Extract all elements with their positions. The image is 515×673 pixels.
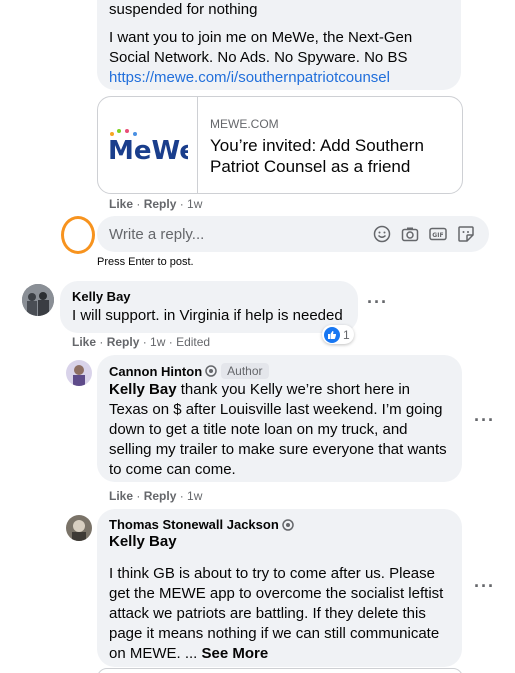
gif-icon[interactable]: GIF [429,225,447,243]
preview-domain: MEWE.COM [210,117,279,131]
sticker-icon[interactable] [457,225,475,243]
mewe-logo: MeWe [98,97,198,193]
reply-box: GIF [97,216,489,252]
timestamp[interactable]: 1w [187,197,202,211]
like-button[interactable]: Like [109,197,133,211]
comment-text-line: Social Network. No Ads. No Spyware. No B… [109,49,408,66]
reply-input[interactable] [109,216,359,252]
reply-button[interactable]: Reply [144,197,177,211]
comment-text: I will support. in Virginia if help is n… [72,307,343,324]
reply-button[interactable]: Reply [144,489,177,503]
next-comment-edge [97,668,463,673]
shield-icon [205,365,217,377]
like-button[interactable]: Like [72,335,96,349]
press-enter-hint: Press Enter to post. [97,256,194,268]
comment-bubble: Cannon Hinton Author Kelly Bay thank you… [97,355,462,482]
svg-text:GIF: GIF [432,232,443,239]
avatar[interactable] [66,360,92,386]
comment-actions: Like · Reply · 1w · Edited [72,335,211,349]
invite-link[interactable]: https://mewe.com/i/southernpatriotcounse… [109,68,449,88]
comment-actions: Like · Reply · 1w [109,489,203,503]
comment-text: Kelly Bay thank you Kelly we’re short he… [109,380,450,480]
avatar[interactable] [66,515,92,541]
comment-text-line: I want you to join me on MeWe, the Next-… [109,29,413,46]
comment-text-line: suspended for nothing [109,1,258,18]
edited-label: Edited [176,335,211,349]
like-button[interactable]: Like [109,489,133,503]
comment-body: I think GB is about to try to come after… [109,565,444,662]
comment-author[interactable]: Kelly Bay [72,289,346,304]
emoji-icon[interactable] [373,225,391,243]
author-badge: Author [221,363,269,379]
avatar[interactable] [22,284,54,316]
comment-actions: Like · Reply · 1w [109,197,203,211]
comment-author[interactable]: Cannon Hinton [109,364,202,379]
more-options-icon[interactable]: ··· [474,576,495,597]
comment-bubble: suspended for nothing I want you to join… [97,0,461,90]
comment-bubble: Thomas Stonewall Jackson Kelly Bay I thi… [97,509,462,667]
timestamp[interactable]: 1w [150,335,165,349]
comment-text: I think GB is about to try to come after… [109,564,450,664]
timestamp[interactable]: 1w [187,489,202,503]
comment-author[interactable]: Thomas Stonewall Jackson [109,517,279,532]
more-options-icon[interactable]: ··· [474,410,495,431]
reaction-badge[interactable]: 1 [322,325,354,344]
shield-icon [282,518,294,531]
mention-link[interactable]: Kelly Bay [109,381,177,398]
more-options-icon[interactable]: ··· [367,292,388,313]
preview-title: You’re invited: Add Southern Patriot Cou… [210,136,424,176]
logo-text: MeWe [108,136,188,165]
reaction-count: 1 [343,327,350,342]
like-reaction-icon [324,326,340,343]
reply-button[interactable]: Reply [107,335,140,349]
see-more-link[interactable]: See More [202,645,269,662]
mention-link[interactable]: Kelly Bay [109,532,450,552]
highlight-circle [61,216,95,254]
camera-icon[interactable] [401,225,419,243]
link-preview-card[interactable]: MeWe MEWE.COM You’re invited: Add Southe… [97,96,463,194]
comment-bubble: Kelly Bay I will support. in Virginia if… [60,281,358,333]
